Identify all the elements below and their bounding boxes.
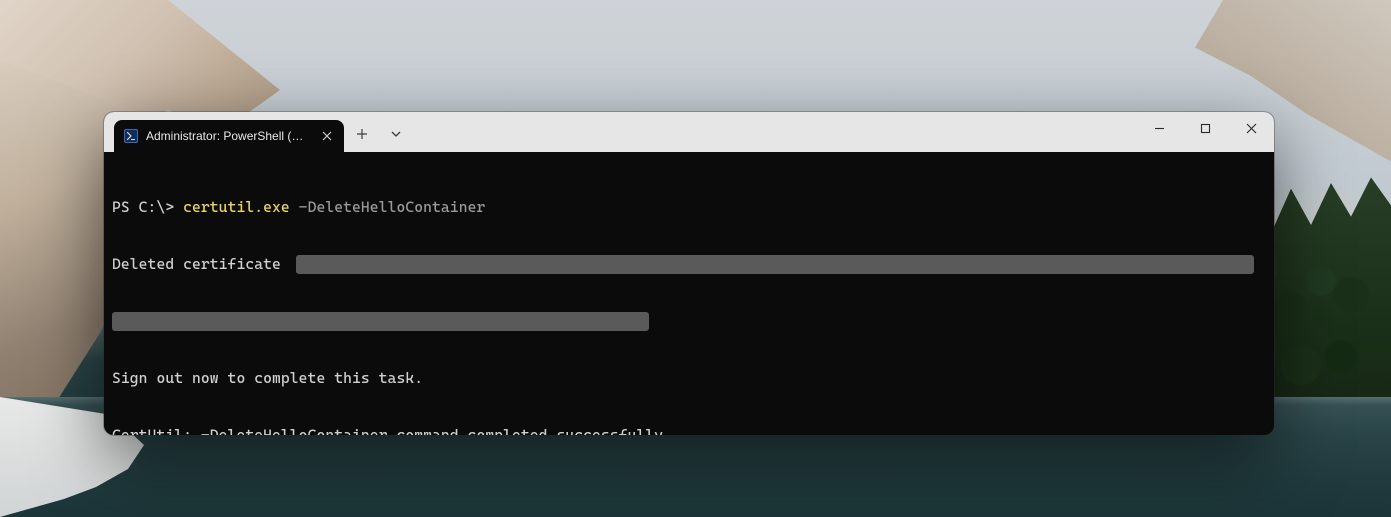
prompt: PS C:\> (112, 198, 183, 216)
minimize-icon (1154, 123, 1165, 134)
output-text: Deleted certificate (112, 255, 290, 273)
terminal-line: Sign out now to complete this task. (112, 369, 1266, 388)
close-window-button[interactable] (1228, 112, 1274, 144)
maximize-button[interactable] (1182, 112, 1228, 144)
command-argument: -DeleteHelloContainer (290, 198, 486, 216)
tab-close-button[interactable] (318, 127, 336, 145)
tab-title: Administrator: PowerShell (Elevated) (146, 129, 306, 143)
close-icon (1246, 123, 1257, 134)
terminal-window: Administrator: PowerShell (Elevated) (104, 112, 1274, 435)
terminal-line (112, 312, 1266, 331)
terminal-line: PS C:\> certutil.exe -DeleteHelloContain… (112, 198, 1266, 217)
redacted-region (112, 312, 649, 331)
terminal-line: Deleted certificate (112, 255, 1266, 274)
tab-well: Administrator: PowerShell (Elevated) (104, 112, 412, 152)
new-tab-button[interactable] (346, 120, 378, 148)
tab-powershell-admin[interactable]: Administrator: PowerShell (Elevated) (114, 120, 344, 152)
redacted-region (296, 255, 1254, 274)
terminal-line: CertUtil: -DeleteHelloContainer command … (112, 426, 1266, 435)
powershell-icon (124, 129, 138, 143)
window-controls (1136, 112, 1274, 152)
maximize-icon (1200, 123, 1211, 134)
minimize-button[interactable] (1136, 112, 1182, 144)
output-text: Sign out now to complete this task. (112, 369, 423, 387)
command-token: certutil.exe (183, 198, 290, 216)
close-icon (322, 131, 332, 141)
plus-icon (356, 128, 368, 140)
chevron-down-icon (390, 128, 402, 140)
titlebar[interactable]: Administrator: PowerShell (Elevated) (104, 112, 1274, 152)
output-text: CertUtil: -DeleteHelloContainer command … (112, 426, 672, 435)
terminal-content[interactable]: PS C:\> certutil.exe -DeleteHelloContain… (104, 152, 1274, 435)
tab-dropdown-button[interactable] (380, 120, 412, 148)
